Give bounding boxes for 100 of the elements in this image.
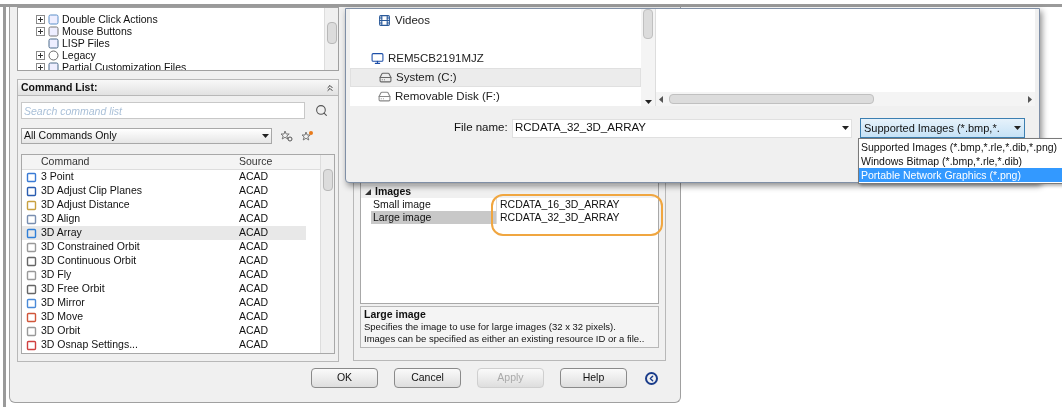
description-text: Images can be specified as either an existing resource ID or a file.. xyxy=(364,333,646,345)
command-name: 3D Adjust Clip Planes xyxy=(41,183,143,199)
command-source: ACAD xyxy=(239,323,269,339)
command-source: ACAD xyxy=(239,267,269,283)
command-source: ACAD xyxy=(239,169,269,185)
dialog-button[interactable]: OK xyxy=(311,368,378,388)
search-icon[interactable] xyxy=(315,104,328,117)
command-name: 3D Adjust Distance xyxy=(41,197,131,213)
expand-icon[interactable] xyxy=(36,26,45,36)
command-source: ACAD xyxy=(239,225,269,241)
expand-icon[interactable] xyxy=(36,50,45,60)
collapse-icon[interactable] xyxy=(325,82,335,93)
scrollbar-thumb[interactable] xyxy=(322,169,333,191)
caret-icon xyxy=(262,134,269,138)
scrollbar[interactable] xyxy=(324,8,338,70)
command-icon xyxy=(26,227,37,239)
command-icon xyxy=(26,283,37,295)
computer-icon xyxy=(371,52,384,65)
command-name: 3D Continuous Orbit xyxy=(41,253,138,269)
film-icon xyxy=(378,14,391,27)
command-icon xyxy=(26,213,37,225)
command-name: 3D Array xyxy=(41,225,83,241)
command-row[interactable]: 3D Adjust Clip Planes ACAD xyxy=(22,184,306,198)
command-row[interactable]: 3D Array ACAD xyxy=(22,226,306,240)
command-source: ACAD xyxy=(239,295,269,311)
dialog-button[interactable]: Help xyxy=(560,368,627,388)
expand-icon[interactable] xyxy=(36,62,45,70)
nav-item[interactable]: REM5CB2191MJZ xyxy=(350,49,641,68)
scroll-down-icon xyxy=(644,100,652,104)
column-header[interactable]: Source xyxy=(239,155,273,170)
command-name: 3D Orbit xyxy=(41,323,82,339)
command-row[interactable]: 3D Orbit ACAD xyxy=(22,324,306,338)
scrollbar-thumb[interactable] xyxy=(326,22,337,44)
command-icon xyxy=(26,199,37,211)
command-icon xyxy=(26,269,37,281)
tree-item[interactable]: Legacy xyxy=(62,49,96,61)
file-type-option[interactable]: Supported Images (*.bmp,*.rle,*.dib,*.png) xyxy=(859,140,1062,154)
command-source: ACAD xyxy=(239,309,269,325)
description-text: Specifies the image to use for large images (32 x 32 pixels). xyxy=(364,321,617,333)
command-icon xyxy=(26,311,37,323)
command-source: ACAD xyxy=(239,239,269,255)
caret-icon xyxy=(842,126,849,130)
command-row[interactable]: 3D Adjust Distance ACAD xyxy=(22,198,306,212)
file-name-label: File name: xyxy=(454,120,509,136)
command-icon xyxy=(26,185,37,197)
description-title: Large image xyxy=(364,308,427,321)
drive-icon xyxy=(378,90,391,103)
command-row[interactable]: 3D Align ACAD xyxy=(22,212,306,226)
window-icon xyxy=(48,13,59,25)
command-row[interactable]: 3D Mirror ACAD xyxy=(22,296,306,310)
tree-item[interactable]: LISP Files xyxy=(62,37,110,49)
nav-item[interactable]: System (C:) xyxy=(350,68,641,87)
tree-item[interactable]: Mouse Buttons xyxy=(62,25,133,37)
command-row[interactable]: 3D Osnap Settings... ACAD xyxy=(22,338,306,352)
command-source: ACAD xyxy=(239,211,269,227)
filter-dropdown[interactable]: All Commands Only xyxy=(21,128,272,144)
command-source: ACAD xyxy=(239,281,269,297)
scrollbar-thumb[interactable] xyxy=(669,94,874,104)
command-row[interactable]: 3D Free Orbit ACAD xyxy=(22,282,306,296)
command-source: ACAD xyxy=(239,197,269,213)
command-row[interactable]: 3D Continuous Orbit ACAD xyxy=(22,254,306,268)
star-add-icon[interactable] xyxy=(301,130,314,142)
drive-icon xyxy=(379,71,392,84)
command-row[interactable]: 3D Move ACAD xyxy=(22,310,306,324)
file-name-field[interactable]: RCDATA_32_3D_ARRAY xyxy=(512,118,852,138)
scroll-right-icon[interactable] xyxy=(1028,95,1032,103)
property-row[interactable]: Large image RCDATA_32_3D_ARRAY xyxy=(371,211,658,224)
command-name: 3D Osnap Settings... xyxy=(41,337,139,353)
command-icon xyxy=(26,241,37,253)
star-search-icon[interactable] xyxy=(280,130,293,142)
panel-title: Command List: xyxy=(21,79,99,95)
command-row[interactable]: 3D Fly ACAD xyxy=(22,268,306,282)
horizontal-scrollbar[interactable] xyxy=(656,92,1035,106)
scrollbar-thumb[interactable] xyxy=(643,9,653,39)
column-header[interactable]: Command xyxy=(41,155,239,170)
search-field[interactable]: Search command list xyxy=(21,102,305,119)
file-type-dropdown[interactable]: Supported Images (*.bmp,*. xyxy=(860,118,1025,138)
command-icon xyxy=(26,339,37,351)
command-row[interactable]: 3 Point ACAD xyxy=(22,170,306,184)
command-name: 3D Fly xyxy=(41,267,73,283)
command-row[interactable]: 3D Constrained Orbit ACAD xyxy=(22,240,306,254)
dialog-button[interactable]: Cancel xyxy=(394,368,461,388)
nav-item[interactable]: Videos xyxy=(350,11,641,30)
clock-icon xyxy=(48,49,59,61)
scrollbar[interactable] xyxy=(641,9,655,106)
command-name: 3 Point xyxy=(41,169,75,185)
command-icon xyxy=(26,325,37,337)
property-value: RCDATA_32_3D_ARRAY xyxy=(496,211,658,224)
file-type-option[interactable]: Windows Bitmap (*.bmp,*.rle,*.dib) xyxy=(859,154,1062,168)
tree-item[interactable]: Double Click Actions xyxy=(62,13,158,25)
command-name: 3D Free Orbit xyxy=(41,281,106,297)
group-title: Images xyxy=(375,183,412,199)
command-source: ACAD xyxy=(239,183,269,199)
expand-icon[interactable] xyxy=(36,14,45,24)
nav-item[interactable]: Removable Disk (F:) xyxy=(350,87,641,106)
expand-arrow-icon[interactable] xyxy=(365,188,371,195)
command-icon xyxy=(26,297,37,309)
back-icon[interactable] xyxy=(645,371,658,385)
scrollbar[interactable] xyxy=(320,155,334,353)
caret-icon xyxy=(1014,126,1021,130)
